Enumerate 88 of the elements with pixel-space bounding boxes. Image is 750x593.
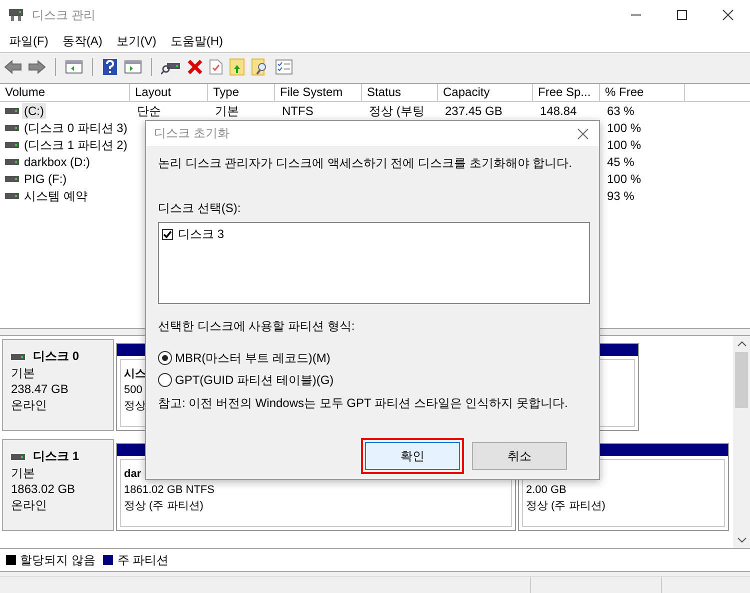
disk-name: 디스크 1 <box>33 448 80 465</box>
column-header[interactable]: Capacity <box>438 84 533 101</box>
partition-info: 정상 <box>124 399 146 414</box>
drive-icon <box>11 452 25 460</box>
drive-icon <box>5 158 19 166</box>
table-cell-text: 단순 <box>136 102 162 118</box>
legend-label: 할당되지 않음 <box>20 552 96 568</box>
radio-button[interactable] <box>158 373 172 387</box>
partition-info: 500 <box>124 383 142 398</box>
drive-name[interactable]: (C:) <box>22 102 46 118</box>
drive-icon <box>5 192 19 200</box>
column-header[interactable]: Status <box>362 84 438 101</box>
partition-info: 정상 (주 파티션) <box>526 499 606 514</box>
scroll-down-icon[interactable] <box>736 536 746 544</box>
checked-document-icon[interactable] <box>209 58 223 74</box>
partition-style-label: 선택한 디스크에 사용할 파티션 형식: <box>158 318 355 335</box>
disk-list[interactable]: 디스크 3 <box>158 222 590 304</box>
dialog-title: 디스크 초기화 <box>154 125 230 142</box>
delete-icon[interactable] <box>187 58 203 74</box>
partition-info: 2.00 GB <box>526 483 566 498</box>
partition-title: 시스 <box>124 367 146 382</box>
table-cell-text: 63 % <box>606 102 636 118</box>
table-cell-text: 45 % <box>606 154 636 170</box>
menu-item[interactable]: 동작(A) <box>55 32 110 50</box>
drive-name[interactable]: darkbox (D:) <box>22 154 92 170</box>
drive-name[interactable]: PIG (F:) <box>22 170 69 186</box>
scroll-up-icon[interactable] <box>736 340 746 348</box>
scrollbar[interactable] <box>733 336 750 548</box>
close-icon[interactable] <box>722 9 734 21</box>
menu-item[interactable]: 도움말(H) <box>163 32 230 50</box>
drive-icon <box>11 352 25 360</box>
disk-name: 디스크 0 <box>33 348 80 365</box>
close-icon[interactable] <box>577 128 589 140</box>
drive-icon <box>5 174 19 182</box>
legend-label: 주 파티션 <box>117 552 169 568</box>
dialog-message: 논리 디스크 관리자가 디스크에 액세스하기 전에 디스크를 초기화해야 합니다. <box>158 155 572 172</box>
radio-button[interactable] <box>158 351 172 365</box>
table-cell-text: 100 % <box>606 120 642 136</box>
scroll-thumb[interactable] <box>735 352 748 408</box>
folder-search-icon[interactable] <box>251 58 269 76</box>
drive-name[interactable]: 시스템 예약 <box>22 188 90 204</box>
table-cell-text: NTFS <box>281 102 314 118</box>
panel-icon[interactable] <box>124 58 142 74</box>
disk-list-label: 디스크 선택(S): <box>158 200 241 217</box>
disk-status: 온라인 <box>11 397 48 413</box>
column-header[interactable]: Free Sp... <box>533 84 600 101</box>
folder-up-icon[interactable] <box>229 58 245 76</box>
partition-info: 정상 (주 파티션) <box>124 499 204 514</box>
disk-size: 238.47 GB <box>11 381 70 397</box>
table-cell-text: 237.45 GB <box>444 102 504 118</box>
note-text: 참고: 이전 버전의 Windows는 모두 GPT 파티션 스타일은 인식하지 못합니다. <box>158 395 568 412</box>
column-header[interactable]: Layout <box>130 84 208 101</box>
window-title: 디스크 관리 <box>32 6 96 24</box>
disk-size: 1863.02 GB <box>11 481 76 497</box>
forward-arrow-icon[interactable] <box>28 58 46 74</box>
disk-status: 온라인 <box>11 497 48 513</box>
table-cell-text: 93 % <box>606 188 636 204</box>
table-cell-text: 148.84 <box>539 102 578 118</box>
column-header[interactable]: % Free <box>600 84 685 101</box>
help-icon[interactable] <box>102 58 118 76</box>
partition-title: dar <box>124 467 142 482</box>
table-cell-text: 100 % <box>606 136 642 152</box>
drive-icon <box>5 124 19 132</box>
table-cell-text: 정상 (부팅 <box>368 102 426 118</box>
disk-list-item[interactable]: 디스크 3 <box>178 226 224 243</box>
drive-name[interactable]: (디스크 0 파티션 3) <box>22 120 130 136</box>
menu-item[interactable]: 보기(V) <box>109 32 164 50</box>
table-cell-text: 100 % <box>606 170 642 186</box>
menu-item[interactable]: 파일(F) <box>2 32 56 50</box>
disk-drive-icon <box>8 8 24 22</box>
table-cell-text: 기본 <box>214 102 240 118</box>
maximize-icon[interactable] <box>676 9 688 21</box>
column-header[interactable]: File System <box>275 84 362 101</box>
column-header[interactable]: Volume <box>0 84 130 101</box>
radio-label[interactable]: GPT(GUID 파티션 테이블)(G) <box>175 372 334 388</box>
disk-type: 기본 <box>11 465 36 481</box>
checklist-icon[interactable] <box>275 58 293 74</box>
partition-info: 1861.02 GB NTFS <box>124 483 214 498</box>
panel-icon[interactable] <box>65 58 83 74</box>
drive-icon <box>5 140 19 148</box>
disk-type: 기본 <box>11 365 36 381</box>
radio-label[interactable]: MBR(마스터 부트 레코드)(M) <box>175 350 330 366</box>
column-header[interactable]: Type <box>208 84 275 101</box>
cancel-button[interactable]: 취소 <box>472 442 567 470</box>
checkbox[interactable] <box>162 229 173 240</box>
back-arrow-icon[interactable] <box>4 58 22 74</box>
drive-icon <box>5 106 19 114</box>
drive-name[interactable]: (디스크 1 파티션 2) <box>22 136 130 152</box>
